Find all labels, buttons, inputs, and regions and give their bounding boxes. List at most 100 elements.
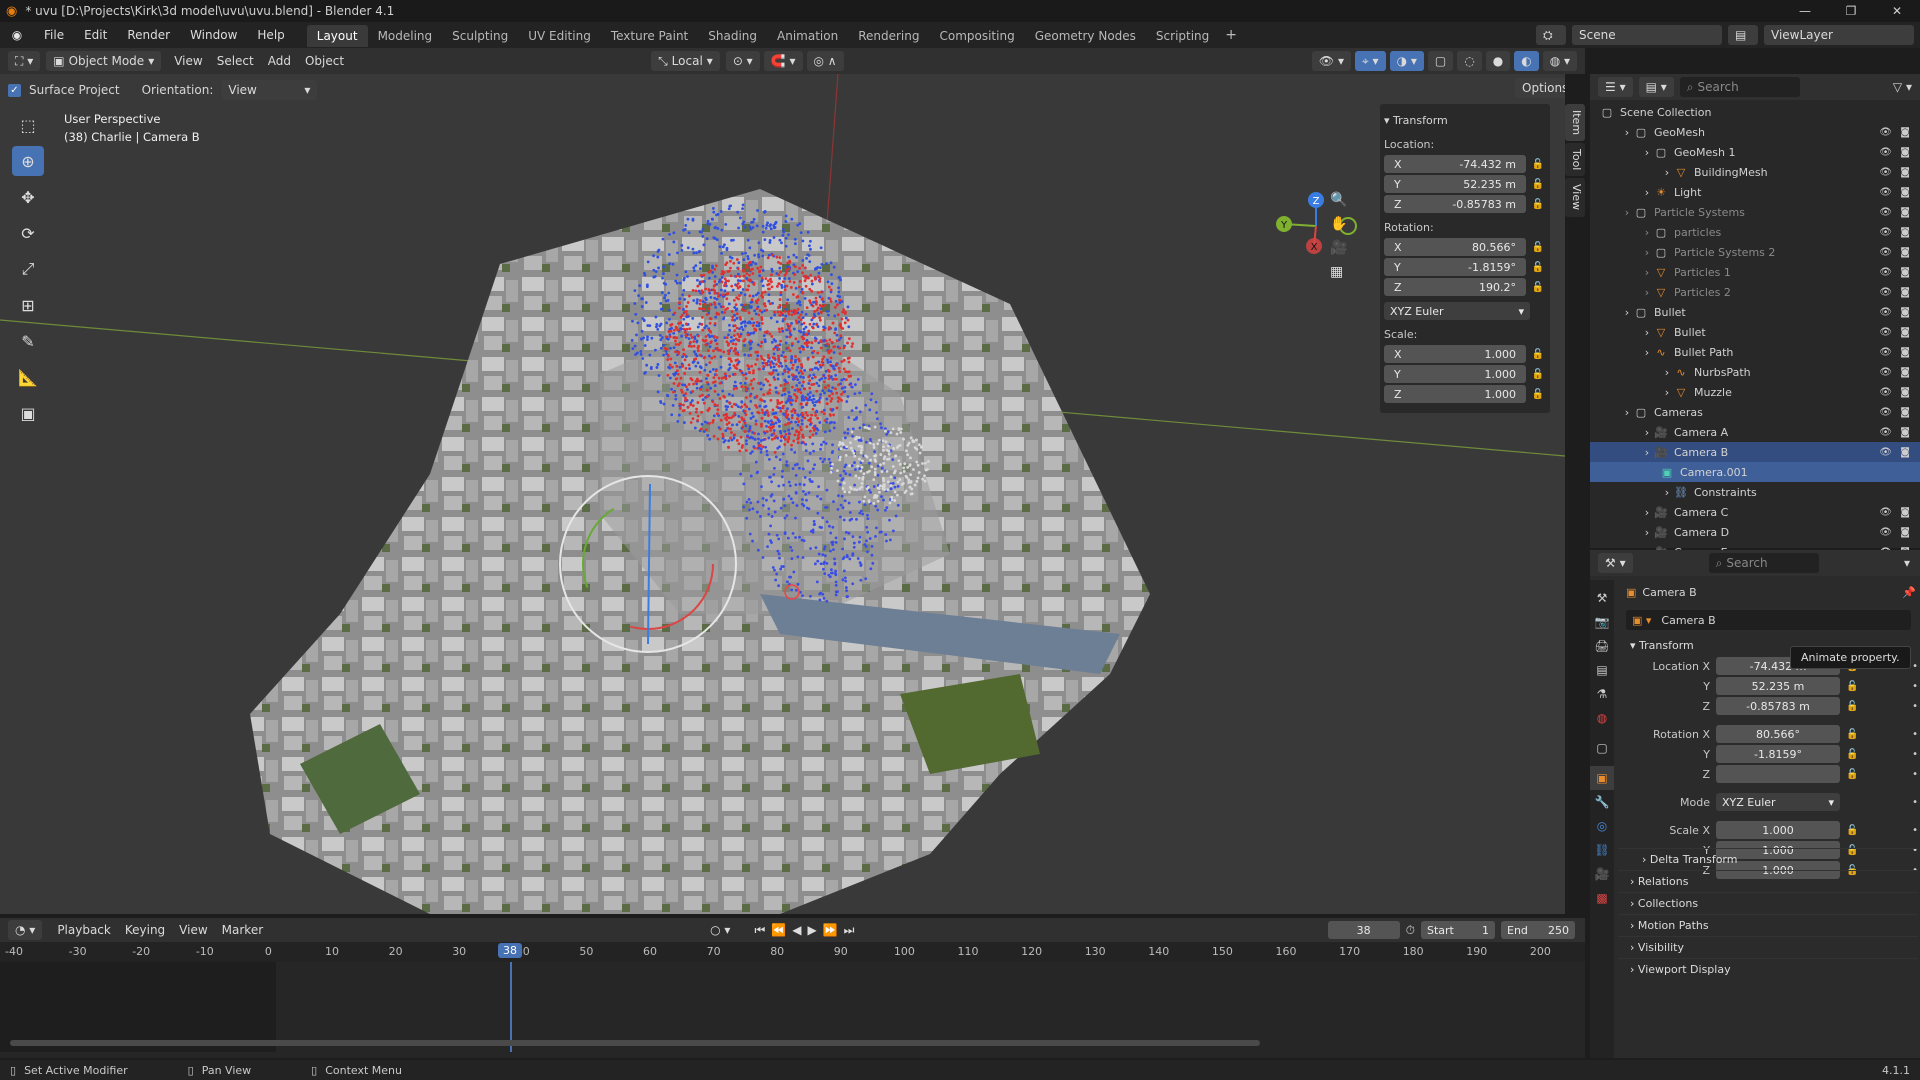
- scale-x-lock-icon[interactable]: 🔓: [1530, 349, 1546, 360]
- mode-selector[interactable]: ▣ Object Mode ▾: [46, 51, 162, 71]
- visibility-eye-icon[interactable]: 👁: [1879, 147, 1892, 158]
- rotation-z-lock-icon[interactable]: 🔓: [1530, 282, 1546, 293]
- section-visibility[interactable]: › Visibility: [1618, 936, 1918, 958]
- expand-chevron-icon[interactable]: ›: [1620, 206, 1634, 219]
- expand-chevron-icon[interactable]: ›: [1640, 146, 1654, 159]
- display-mode-icon[interactable]: ▤ ▾: [1638, 77, 1674, 97]
- location-y-field[interactable]: 52.235 m: [1716, 677, 1840, 695]
- viewport-menu-select[interactable]: Select: [210, 51, 261, 71]
- visibility-eye-icon[interactable]: 👁: [1879, 387, 1892, 398]
- visibility-eye-icon[interactable]: 👁: [1879, 347, 1892, 358]
- scale-y-field[interactable]: Y 1.000: [1384, 365, 1526, 383]
- workspace-tab-texture-paint[interactable]: Texture Paint: [601, 25, 698, 47]
- editor-type-icon[interactable]: ⛶ ▾: [8, 51, 41, 71]
- filter-icon[interactable]: ▽ ▾: [1893, 80, 1912, 94]
- keyframe-dot-icon[interactable]: •: [1912, 825, 1918, 836]
- location-z-lock-icon[interactable]: 🔓: [1530, 199, 1546, 210]
- section-viewport-display[interactable]: › Viewport Display: [1618, 958, 1918, 980]
- viewport-menu-add[interactable]: Add: [261, 51, 298, 71]
- location-x-lock-icon[interactable]: 🔓: [1530, 159, 1546, 170]
- render-camera-icon[interactable]: ◙: [1900, 287, 1910, 298]
- object-props-icon[interactable]: ▣: [1590, 766, 1614, 790]
- menu-file[interactable]: File: [34, 22, 74, 48]
- current-frame-field[interactable]: 38: [1327, 921, 1400, 939]
- workspace-tab-modeling[interactable]: Modeling: [368, 25, 443, 47]
- minimize-icon[interactable]: —: [1782, 4, 1828, 18]
- expand-chevron-icon[interactable]: ›: [1640, 326, 1654, 339]
- render-camera-icon[interactable]: ◙: [1900, 207, 1910, 218]
- keyframe-dot-icon[interactable]: •: [1912, 701, 1918, 712]
- visibility-eye-icon[interactable]: 👁: [1879, 167, 1892, 178]
- rotation-x-field[interactable]: 80.566°: [1716, 725, 1840, 743]
- tool-props-icon[interactable]: ⚒: [1590, 586, 1614, 610]
- visibility-eye-icon[interactable]: 👁: [1879, 227, 1892, 238]
- expand-chevron-icon[interactable]: ›: [1640, 346, 1654, 359]
- section-motion-paths[interactable]: › Motion Paths: [1618, 914, 1918, 936]
- outliner-item[interactable]: › ▢ Bullet 👁 ◙: [1590, 302, 1920, 322]
- auto-keying-icon[interactable]: ○ ▾: [710, 923, 730, 937]
- 3d-viewport[interactable]: Z Y X ✓ Surface Project Orientation: Vie…: [0, 74, 1565, 914]
- outliner-item[interactable]: › ▢ Cameras 👁 ◙: [1590, 402, 1920, 422]
- zoom-icon[interactable]: 🔍: [1330, 192, 1347, 208]
- viewport-menu-object[interactable]: Object: [298, 51, 351, 71]
- lock-icon[interactable]: 🔓: [1846, 749, 1858, 760]
- scale-z-field[interactable]: Z 1.000: [1384, 385, 1526, 403]
- playhead-line[interactable]: [510, 962, 512, 1052]
- visibility-eye-icon[interactable]: 👁: [1879, 327, 1892, 338]
- outliner-item[interactable]: › ∿ Bullet Path 👁 ◙: [1590, 342, 1920, 362]
- outliner-item[interactable]: › ∿ NurbsPath 👁 ◙: [1590, 362, 1920, 382]
- outliner-item[interactable]: › ▢ GeoMesh 1 👁 ◙: [1590, 142, 1920, 162]
- scene-selector[interactable]: Scene: [1572, 25, 1722, 45]
- options-button[interactable]: Options ▾: [1515, 78, 1565, 98]
- lock-icon[interactable]: 🔓: [1846, 769, 1858, 780]
- jump-start-icon[interactable]: ⏮: [754, 923, 765, 938]
- close-icon[interactable]: ✕: [1874, 4, 1920, 18]
- rotation-mode-field[interactable]: XYZ Euler ▾: [1716, 793, 1840, 811]
- end-frame-field[interactable]: End 250: [1501, 921, 1575, 939]
- workspace-tab-animation[interactable]: Animation: [767, 25, 848, 47]
- collection-props-icon[interactable]: ▢: [1590, 736, 1614, 760]
- properties-editor-icon[interactable]: ⚒ ▾: [1598, 553, 1633, 573]
- render-camera-icon[interactable]: ◙: [1900, 427, 1910, 438]
- visibility-eye-icon[interactable]: 👁: [1879, 447, 1892, 458]
- frame-ruler[interactable]: -40 -30 -20 -10 0 10 20 30 40 50 60 70 80 90 100 110 120…: [0, 942, 1585, 962]
- play-reverse-icon[interactable]: ◀: [792, 923, 801, 937]
- scale-tool-icon[interactable]: ⤢: [12, 254, 44, 284]
- visibility-eye-icon[interactable]: 👁: [1879, 307, 1892, 318]
- workspace-tab-compositing[interactable]: Compositing: [929, 25, 1024, 47]
- render-camera-icon[interactable]: ◙: [1900, 127, 1910, 138]
- physics-props-icon[interactable]: ◎: [1590, 814, 1614, 838]
- outliner-item[interactable]: › ▢ Particle Systems 2 👁 ◙: [1590, 242, 1920, 262]
- jump-end-icon[interactable]: ⏭: [844, 923, 855, 938]
- properties-search[interactable]: ⌕ Search: [1708, 553, 1819, 573]
- rotation-x-lock-icon[interactable]: 🔓: [1530, 242, 1546, 253]
- cursor-tool-icon[interactable]: ⊕: [12, 146, 44, 176]
- timeline-menu-keying[interactable]: Keying: [118, 920, 172, 940]
- location-y-lock-icon[interactable]: 🔓: [1530, 179, 1546, 190]
- pivot-point-icon[interactable]: ⊙ ▾: [725, 51, 760, 71]
- expand-chevron-icon[interactable]: ›: [1640, 426, 1654, 439]
- outliner-item[interactable]: › ▽ BuildingMesh 👁 ◙: [1590, 162, 1920, 182]
- surface-project-checkbox[interactable]: ✓: [8, 83, 21, 97]
- rotation-z-field[interactable]: [1716, 765, 1840, 783]
- workspace-tab-uv-editing[interactable]: UV Editing: [518, 25, 601, 47]
- render-camera-icon[interactable]: ◙: [1900, 327, 1910, 338]
- location-z-field[interactable]: -0.85783 m: [1716, 697, 1840, 715]
- outliner-item[interactable]: › ▽ Particles 1 👁 ◙: [1590, 262, 1920, 282]
- keyframe-dot-icon[interactable]: •: [1912, 797, 1918, 808]
- expand-chevron-icon[interactable]: ›: [1640, 506, 1654, 519]
- render-camera-icon[interactable]: ◙: [1900, 387, 1910, 398]
- outliner-search[interactable]: ⌕ Search: [1679, 77, 1800, 97]
- menu-window[interactable]: Window: [180, 22, 247, 48]
- overlays-toggle-icon[interactable]: ◑ ▾: [1389, 51, 1424, 71]
- keyframe-dot-icon[interactable]: •: [1912, 749, 1918, 760]
- viewport-menu-view[interactable]: View: [167, 51, 209, 71]
- transform-orientation-selector[interactable]: ⤡ Local ▾: [651, 51, 720, 71]
- scene-browse-icon[interactable]: ⛭: [1536, 25, 1566, 45]
- outliner-item[interactable]: ▢ Scene Collection: [1590, 102, 1920, 122]
- outliner-item[interactable]: › ⛓ Constraints: [1590, 482, 1920, 502]
- workspace-tab-shading[interactable]: Shading: [698, 25, 767, 47]
- rotation-y-field[interactable]: Y -1.8159°: [1384, 258, 1526, 276]
- expand-chevron-icon[interactable]: ›: [1620, 406, 1634, 419]
- outliner-item[interactable]: › ▢ particles 👁 ◙: [1590, 222, 1920, 242]
